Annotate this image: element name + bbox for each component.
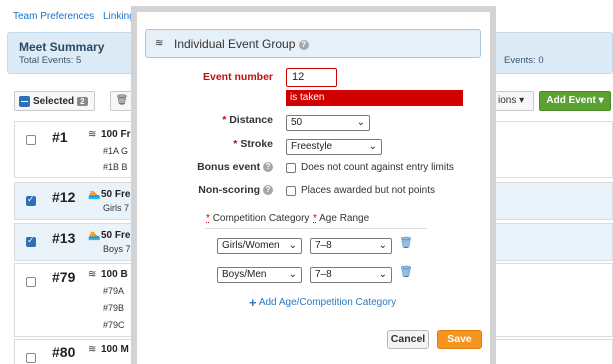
row-checkbox[interactable] (26, 235, 36, 247)
event-number: #80 (52, 344, 76, 360)
event-sub: #1A G (103, 146, 129, 156)
event-sub: #79A (103, 286, 125, 296)
caret-down-icon: ▾ (598, 95, 604, 106)
bonus-event-text: Does not count against entry limits (301, 162, 454, 173)
help-icon[interactable]: ? (298, 39, 309, 50)
bonus-label-text: Bonus event (197, 161, 261, 173)
event-number-label: Event number (202, 71, 273, 83)
age-value: 7–8 (315, 269, 332, 280)
event-name: 100 M (101, 344, 129, 355)
age-range-select[interactable]: 7–8 ⌄ (310, 267, 392, 283)
event-number: #12 (52, 189, 76, 205)
linking-link[interactable]: Linking (103, 11, 135, 22)
distance-select[interactable]: 50 ⌄ (286, 115, 370, 131)
event-name: 100 Fr (101, 129, 131, 140)
event-sub: #79B (103, 303, 125, 313)
row-checkbox[interactable] (26, 277, 36, 287)
options-label: ions (498, 95, 517, 106)
age-range-select[interactable]: 7–8 ⌄ (310, 238, 392, 254)
non-scoring-option[interactable]: Places awarded but not points (286, 185, 435, 196)
event-name: 100 B (101, 269, 128, 280)
nonscoring-label-text: Non-scoring (198, 184, 261, 196)
plus-icon: + (249, 295, 257, 310)
caret-down-icon: ▾ (519, 95, 525, 106)
event-sub: #1B B (103, 162, 128, 172)
team-preferences-link[interactable]: Team Preferences (13, 11, 94, 22)
save-button[interactable]: Save (437, 330, 482, 349)
options-button[interactable]: ions ▾ (494, 91, 534, 111)
selected-label: Selected (33, 95, 75, 107)
competition-value: Boys/Men (222, 269, 267, 280)
competition-header-text: Competition Category (212, 213, 310, 224)
bonus-event-checkbox[interactable] (286, 162, 296, 173)
competition-category-select[interactable]: Girls/Women ⌄ (217, 238, 302, 254)
add-category-link[interactable]: + Add Age/Competition Category (249, 295, 396, 310)
layers-icon: ≋ (155, 38, 164, 49)
age-range-header: * Age Range (313, 213, 370, 224)
chevron-down-icon: ⌄ (356, 117, 365, 128)
add-event-button[interactable]: Add Event ▾ (539, 91, 611, 111)
bonus-event-label: Bonus event ? (197, 161, 273, 173)
event-name: 50 Fre (101, 230, 131, 241)
stroke-value: Freestyle (291, 141, 333, 152)
chevron-down-icon: ⌄ (378, 269, 387, 280)
event-sub: Girls 7 (103, 203, 130, 213)
non-scoring-text: Places awarded but not points (301, 185, 435, 196)
layers-icon: ≋ (88, 344, 97, 355)
age-header-text: Age Range (319, 213, 370, 224)
event-sub: Boys 7 (103, 244, 131, 254)
trash-icon[interactable]: 🗑 (399, 265, 413, 278)
event-number-error: is taken (286, 90, 463, 106)
trash-icon: 🗑 (115, 95, 129, 106)
deselect-icon (19, 95, 30, 107)
selected-button[interactable]: Selected 2 (14, 91, 95, 111)
non-scoring-checkbox[interactable] (286, 185, 296, 196)
distance-label: * Distance (222, 114, 273, 126)
bonus-event-option[interactable]: Does not count against entry limits (286, 162, 454, 173)
event-number-input[interactable]: 12 (286, 68, 337, 87)
event-sub: #79C (103, 320, 125, 330)
chevron-down-icon: ⌄ (378, 240, 387, 251)
swimmer-icon: 🏊 (88, 230, 101, 241)
row-checkbox[interactable] (26, 353, 36, 363)
help-icon[interactable]: ? (263, 162, 273, 173)
layers-icon: ≋ (88, 269, 97, 280)
total-events-text: Total Events: 5 (19, 55, 82, 66)
competition-category-select[interactable]: Boys/Men ⌄ (217, 267, 302, 283)
event-number: #1 (52, 129, 68, 145)
chevron-down-icon: ⌄ (288, 240, 297, 251)
competition-category-header: * Competition Category (206, 213, 310, 224)
row-checkbox[interactable] (26, 194, 36, 206)
non-scoring-label: Non-scoring ? (198, 184, 273, 196)
summary-right-text: Events: 0 (504, 55, 544, 66)
layers-icon: ≋ (88, 129, 97, 140)
event-number: #13 (52, 230, 76, 246)
add-event-label: Add Event (546, 95, 596, 106)
event-name: 50 Fre (101, 189, 131, 200)
help-icon[interactable]: ? (263, 185, 273, 196)
meet-summary-title: Meet Summary (19, 40, 105, 54)
divider (205, 228, 427, 229)
trash-icon[interactable]: 🗑 (399, 236, 413, 249)
age-value: 7–8 (315, 240, 332, 251)
swimmer-icon: 🏊 (88, 189, 101, 200)
cancel-button[interactable]: Cancel (387, 330, 429, 349)
modal-title: Individual Event Group ? (174, 37, 309, 51)
stroke-select[interactable]: Freestyle ⌄ (286, 139, 382, 155)
chevron-down-icon: ⌄ (368, 141, 377, 152)
distance-label-text: Distance (229, 114, 273, 126)
row-checkbox[interactable] (26, 135, 36, 145)
selected-count-badge: 2 (77, 96, 88, 106)
individual-event-group-modal: ≋ Individual Event Group ? Event number … (131, 6, 496, 364)
chevron-down-icon: ⌄ (288, 269, 297, 280)
modal-header: ≋ Individual Event Group ? (145, 29, 481, 58)
distance-value: 50 (291, 117, 303, 128)
modal-title-text: Individual Event Group (174, 37, 296, 51)
event-number: #79 (52, 269, 76, 285)
stroke-label: * Stroke (233, 138, 273, 150)
stroke-label-text: Stroke (240, 138, 273, 150)
competition-value: Girls/Women (222, 240, 280, 251)
add-category-label: Add Age/Competition Category (258, 297, 397, 309)
